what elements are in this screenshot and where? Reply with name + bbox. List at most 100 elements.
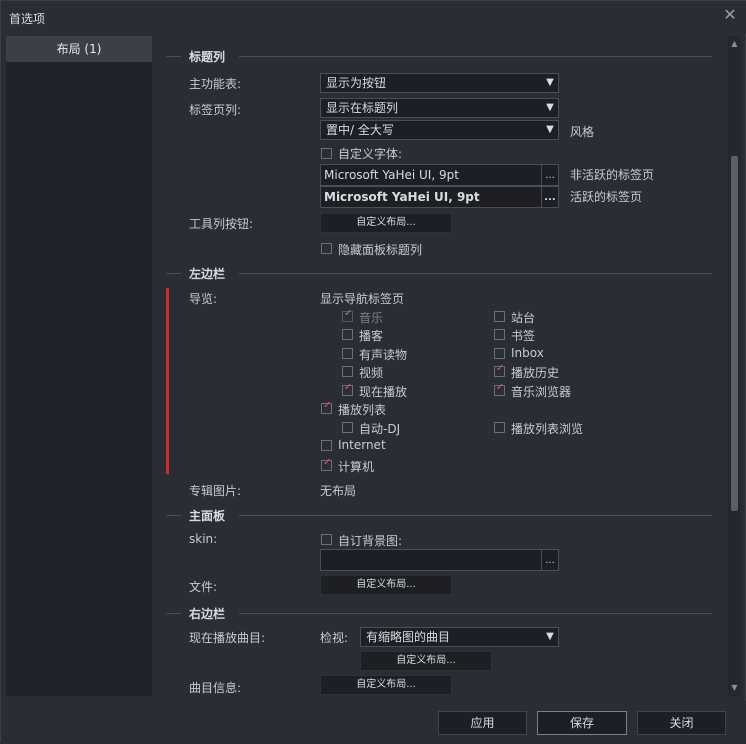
preferences-window: 首选项 ✕ 布局 (1) 标题列 主功能表: 显示为按钮 ▼ 标签页列: 显示在… [0, 0, 746, 744]
podcast-checkbox[interactable] [342, 329, 353, 340]
custom-bg-label: 自订背景图: [338, 534, 403, 548]
internet-label: Internet [338, 438, 386, 452]
inbox-checkbox[interactable] [494, 348, 505, 359]
inactive-font-field[interactable]: Microsoft YaHei UI, 9pt ... [320, 164, 559, 186]
active-font-field[interactable]: Microsoft YaHei UI, 9pt ... [320, 186, 559, 208]
auto-dj-checkbox[interactable] [342, 422, 353, 433]
save-button[interactable]: 保存 [537, 711, 627, 735]
chevron-down-icon: ▼ [542, 99, 558, 117]
auto-dj-label: 自动-DJ [359, 422, 401, 436]
close-icon[interactable]: ✕ [719, 4, 741, 26]
history-checkbox[interactable] [494, 363, 505, 377]
album-art-value: 无布局 [320, 484, 357, 498]
music-browser-checkbox[interactable] [494, 382, 505, 396]
active-font-value: Microsoft YaHei UI, 9pt [324, 190, 480, 204]
toolbar-custom-layout-button[interactable]: 自定义布局... [320, 213, 452, 233]
track-info-custom-layout-button[interactable]: 自定义布局... [320, 675, 452, 695]
album-art-label: 专辑图片: [189, 484, 242, 498]
left-sidebar-indicator [166, 288, 169, 474]
now-playing-custom-layout-button[interactable]: 自定义布局... [360, 651, 492, 671]
preferences-sidebar: 布局 (1) [6, 36, 152, 696]
file-custom-layout-button[interactable]: 自定义布局... [320, 575, 452, 595]
history-label: 播放历史 [511, 366, 560, 380]
main-menu-dropdown[interactable]: 显示为按钮 ▼ [320, 73, 559, 93]
active-tab-label: 活跃的标签页 [570, 190, 643, 204]
view-dropdown[interactable]: 有缩略图的曲目 ▼ [360, 627, 559, 647]
section-heading-main-panel: 主面板 [189, 509, 226, 523]
browse-icon[interactable]: ... [541, 165, 558, 185]
playlist-browser-label: 播放列表浏览 [511, 422, 584, 436]
title-bar: 首选项 ✕ [1, 1, 746, 34]
hide-panel-title-label: 隐藏面板标题列 [338, 243, 423, 257]
custom-bg-checkbox[interactable] [321, 534, 332, 545]
file-label: 文件: [189, 580, 218, 594]
nav-label: 导览: [189, 292, 218, 306]
chevron-down-icon[interactable]: ▼ [728, 682, 741, 694]
sidebar-item-layout[interactable]: 布局 (1) [6, 36, 152, 62]
station-checkbox[interactable] [494, 311, 505, 322]
vertical-scrollbar[interactable]: ▲ ▼ [728, 36, 741, 696]
playlist-label: 播放列表 [338, 403, 387, 417]
divider [239, 613, 712, 614]
divider [239, 515, 712, 516]
divider [166, 273, 181, 274]
now-playing-label: 现在播放 [359, 385, 408, 399]
section-heading-left-sidebar: 左边栏 [189, 267, 226, 281]
bookmark-checkbox[interactable] [494, 329, 505, 340]
now-playing-checkbox[interactable] [342, 382, 353, 396]
bg-image-field[interactable]: ... [320, 549, 559, 571]
divider [166, 56, 181, 57]
toolbar-label: 工具列按钮: [189, 217, 254, 231]
internet-checkbox[interactable] [321, 440, 332, 451]
divider [166, 515, 181, 516]
hide-panel-title-checkbox[interactable] [321, 243, 332, 254]
now-playing-track-label: 现在播放曲目: [189, 631, 266, 645]
divider [166, 613, 181, 614]
dialog-footer: 应用 保存 关闭 [1, 701, 746, 744]
video-checkbox[interactable] [342, 366, 353, 377]
custom-font-label: 自定义字体: [338, 147, 403, 161]
close-button[interactable]: 关闭 [637, 711, 726, 735]
computer-checkbox[interactable] [321, 457, 332, 471]
inbox-label: Inbox [511, 346, 544, 360]
custom-font-checkbox[interactable] [321, 148, 332, 159]
computer-label: 计算机 [338, 460, 375, 474]
section-heading-titlebar: 标题列 [189, 50, 226, 64]
music-browser-label: 音乐浏览器 [511, 385, 572, 399]
tab-style-dropdown[interactable]: 置中/ 全大写 ▼ [320, 120, 559, 140]
browse-icon[interactable]: ... [541, 550, 558, 570]
scroll-thumb[interactable] [731, 156, 738, 511]
tab-style-value: 置中/ 全大写 [326, 123, 394, 137]
tab-label: 标签页列: [189, 103, 242, 117]
chevron-down-icon: ▼ [542, 74, 558, 92]
audiobook-label: 有声读物 [359, 348, 408, 362]
browse-icon[interactable]: ... [541, 187, 558, 207]
main-menu-label: 主功能表: [189, 77, 242, 91]
divider [239, 273, 712, 274]
main-menu-value: 显示为按钮 [326, 76, 387, 90]
playlist-browser-checkbox[interactable] [494, 422, 505, 433]
view-value: 有缩略图的曲目 [366, 630, 451, 644]
bookmark-label: 书签 [511, 329, 536, 343]
skin-label: skin: [189, 532, 218, 546]
podcast-label: 播客 [359, 329, 384, 343]
station-label: 站台 [511, 311, 536, 325]
track-info-label: 曲目信息: [189, 681, 242, 695]
tab-dropdown[interactable]: 显示在标题列 ▼ [320, 98, 559, 118]
video-label: 视频 [359, 366, 384, 380]
view-label: 检视: [320, 631, 349, 645]
music-checkbox[interactable] [342, 308, 353, 322]
apply-button[interactable]: 应用 [438, 711, 527, 735]
chevron-up-icon[interactable]: ▲ [728, 38, 741, 50]
inactive-font-value: Microsoft YaHei UI, 9pt [324, 168, 459, 182]
tab-value: 显示在标题列 [326, 101, 399, 115]
section-heading-right-sidebar: 右边栏 [189, 607, 226, 621]
divider [239, 56, 712, 57]
window-title: 首选项 [9, 12, 46, 26]
music-label: 音乐 [359, 311, 384, 325]
tab-style-label: 风格 [570, 125, 595, 139]
chevron-down-icon: ▼ [542, 628, 558, 646]
chevron-down-icon: ▼ [542, 121, 558, 139]
audiobook-checkbox[interactable] [342, 348, 353, 359]
playlist-checkbox[interactable] [321, 400, 332, 414]
